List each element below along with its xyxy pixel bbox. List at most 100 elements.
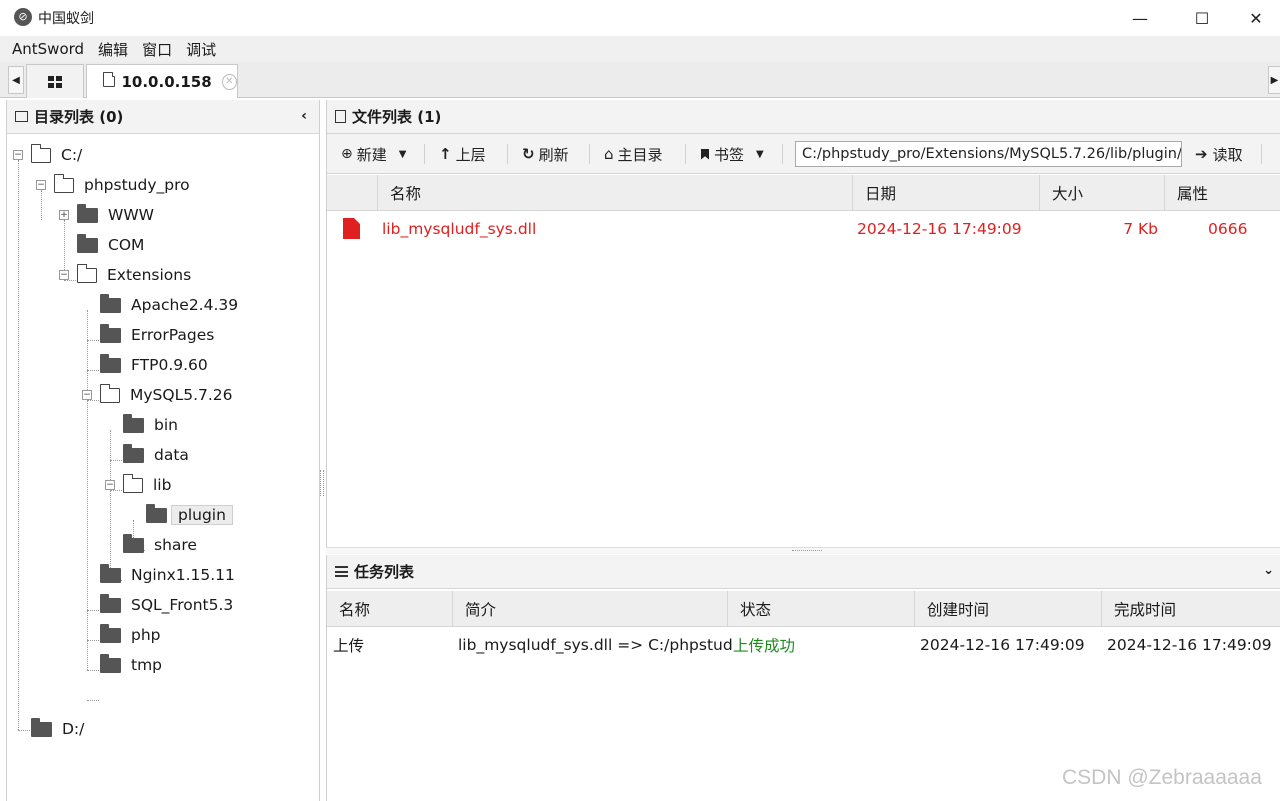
menu-debug[interactable]: 调试 bbox=[186, 39, 216, 60]
window-title: 中国蚁剑 bbox=[38, 11, 94, 27]
list-icon bbox=[335, 566, 348, 577]
refresh-button[interactable]: ↻ 刷新 bbox=[522, 142, 569, 166]
tree-node-php[interactable]: php bbox=[100, 620, 161, 650]
maximize-button[interactable]: ☐ bbox=[1172, 0, 1232, 36]
antsword-logo-icon: ⊘ bbox=[14, 8, 32, 26]
new-button[interactable]: ⊕ 新建 ▼ bbox=[341, 142, 406, 166]
vertical-splitter-handle[interactable] bbox=[320, 470, 324, 496]
refresh-label: 刷新 bbox=[538, 145, 569, 164]
tree-node-label: data bbox=[154, 446, 189, 464]
tree-node-lib[interactable]: lib bbox=[122, 470, 171, 500]
tree-node-label: tmp bbox=[131, 656, 163, 674]
close-window-button[interactable]: ✕ bbox=[1232, 0, 1280, 36]
folder-icon bbox=[100, 653, 121, 673]
tab-home[interactable] bbox=[26, 64, 84, 98]
table-row[interactable]: 上传 lib_mysqludf_sys.dll => C:/phpstudy_ … bbox=[327, 629, 1280, 661]
chevron-down-icon[interactable]: ⌄ bbox=[1263, 563, 1274, 578]
tree-node-errorpages[interactable]: ErrorPages bbox=[100, 320, 214, 350]
folder-icon bbox=[146, 503, 167, 523]
collapse-lib-toggle[interactable]: − bbox=[105, 480, 115, 490]
tree-node-label: FTP0.9.60 bbox=[131, 356, 208, 374]
col-size[interactable]: 大小 bbox=[1039, 175, 1164, 211]
folder-icon bbox=[31, 717, 52, 737]
task-status: 上传成功 bbox=[733, 637, 796, 655]
task-col-name[interactable]: 名称 bbox=[327, 591, 452, 627]
file-icon bbox=[343, 218, 360, 239]
collapse-phpstudy-toggle[interactable]: − bbox=[36, 180, 46, 190]
tree-node-extensions[interactable]: Extensions bbox=[76, 260, 191, 290]
tree-node-label: D:/ bbox=[62, 720, 85, 738]
tree-node-label: php bbox=[131, 626, 161, 644]
collapse-panel-icon[interactable]: ‹ bbox=[301, 108, 307, 124]
tree-node-mysql[interactable]: MySQL5.7.26 bbox=[99, 380, 233, 410]
col-attr[interactable]: 属性 bbox=[1164, 175, 1280, 211]
file-toolbar: ⊕ 新建 ▼ ↑ 上层 ↻ 刷新 ⌂ 主目录 书签 ▼ ➔ 读取 bbox=[327, 134, 1280, 174]
file-date: 2024-12-16 17:49:09 bbox=[857, 220, 1022, 238]
tree-node-tmp[interactable]: tmp bbox=[100, 650, 162, 680]
task-finished: 2024-12-16 17:49:09 bbox=[1107, 636, 1272, 654]
tree-node-label: bin bbox=[154, 416, 178, 434]
tree-node-apache[interactable]: Apache2.4.39 bbox=[100, 290, 238, 320]
tree-node-ftp[interactable]: FTP0.9.60 bbox=[100, 350, 208, 380]
task-col-finished[interactable]: 完成时间 bbox=[1101, 591, 1280, 627]
read-button[interactable]: ➔ 读取 bbox=[1195, 142, 1243, 166]
tab-session[interactable]: 10.0.0.158 ✕ bbox=[86, 64, 238, 98]
folder-open-icon bbox=[99, 383, 120, 403]
task-list-title: 任务列表 bbox=[354, 563, 415, 581]
file-size: 7 Kb bbox=[1123, 220, 1158, 238]
home-dir-button[interactable]: ⌂ 主目录 bbox=[604, 142, 663, 166]
tree-node-com[interactable]: COM bbox=[77, 230, 144, 260]
minimize-button[interactable]: — bbox=[1110, 0, 1170, 36]
tree-node-label: Nginx1.15.11 bbox=[131, 566, 235, 584]
directory-panel: 目录列表 (0) ‹ − − + − − − C:/ phpstudy_pro … bbox=[6, 100, 320, 801]
tree-node-nginx[interactable]: Nginx1.15.11 bbox=[100, 560, 235, 590]
task-desc: lib_mysqludf_sys.dll => C:/phpstudy_ bbox=[458, 636, 732, 654]
task-col-desc[interactable]: 简介 bbox=[452, 591, 727, 627]
col-date[interactable]: 日期 bbox=[852, 175, 1039, 211]
tree-node-label: phpstudy_pro bbox=[84, 176, 190, 194]
tab-bar: ◀ 10.0.0.158 ✕ ▶ bbox=[0, 62, 1280, 98]
arrow-up-icon: ↑ bbox=[439, 145, 452, 163]
folder-open-icon bbox=[76, 263, 97, 283]
bookmark-button[interactable]: 书签 ▼ bbox=[701, 142, 764, 166]
task-col-status[interactable]: 状态 bbox=[727, 591, 914, 627]
tab-scroll-left-button[interactable]: ◀ bbox=[8, 66, 24, 94]
menu-window[interactable]: 窗口 bbox=[142, 39, 172, 60]
up-dir-button[interactable]: ↑ 上层 bbox=[439, 142, 486, 166]
directory-panel-header: 目录列表 (0) ‹ bbox=[7, 100, 319, 134]
collapse-c-toggle[interactable]: − bbox=[13, 150, 23, 160]
tree-node-plugin[interactable]: plugin bbox=[146, 500, 233, 530]
table-row[interactable]: lib_mysqludf_sys.dll 2024-12-16 17:49:09… bbox=[327, 212, 1280, 246]
expand-www-toggle[interactable]: + bbox=[59, 210, 69, 220]
tree-node-label: WWW bbox=[108, 206, 154, 224]
tree-node-phpstudy-pro[interactable]: phpstudy_pro bbox=[53, 170, 190, 200]
folder-icon bbox=[123, 413, 144, 433]
tree-node-sql-front[interactable]: SQL_Front5.3 bbox=[100, 590, 233, 620]
folder-icon bbox=[100, 353, 121, 373]
tree-node-www[interactable]: WWW bbox=[77, 200, 154, 230]
file-list-title: 文件列表 (1) bbox=[352, 108, 442, 126]
tree-node-label: plugin bbox=[171, 505, 233, 525]
tree-node-bin[interactable]: bin bbox=[123, 410, 178, 440]
collapse-extensions-toggle[interactable]: − bbox=[59, 270, 69, 280]
folder-icon bbox=[102, 72, 116, 87]
tab-scroll-right-button[interactable]: ▶ bbox=[1268, 66, 1280, 94]
col-name[interactable]: 名称 bbox=[377, 175, 852, 211]
tree-node-data[interactable]: data bbox=[123, 440, 189, 470]
collapse-mysql-toggle[interactable]: − bbox=[82, 390, 92, 400]
tree-node-c[interactable]: C:/ bbox=[30, 140, 82, 170]
folder-open-icon bbox=[53, 173, 74, 193]
tree-node-d[interactable]: D:/ bbox=[31, 714, 84, 744]
tree-node-label: ErrorPages bbox=[131, 326, 215, 344]
task-col-created[interactable]: 创建时间 bbox=[914, 591, 1101, 627]
tab-close-icon[interactable]: ✕ bbox=[221, 73, 237, 90]
tree-node-label: COM bbox=[108, 236, 145, 254]
tree-node-share[interactable]: share bbox=[123, 530, 197, 560]
menu-antsword[interactable]: AntSword bbox=[12, 40, 84, 58]
tab-session-label: 10.0.0.158 bbox=[121, 72, 212, 91]
folder-icon bbox=[100, 593, 121, 613]
folder-icon bbox=[77, 233, 98, 253]
path-input[interactable] bbox=[795, 141, 1182, 167]
horizontal-splitter-handle[interactable] bbox=[326, 547, 1280, 554]
menu-edit[interactable]: 编辑 bbox=[98, 39, 128, 60]
